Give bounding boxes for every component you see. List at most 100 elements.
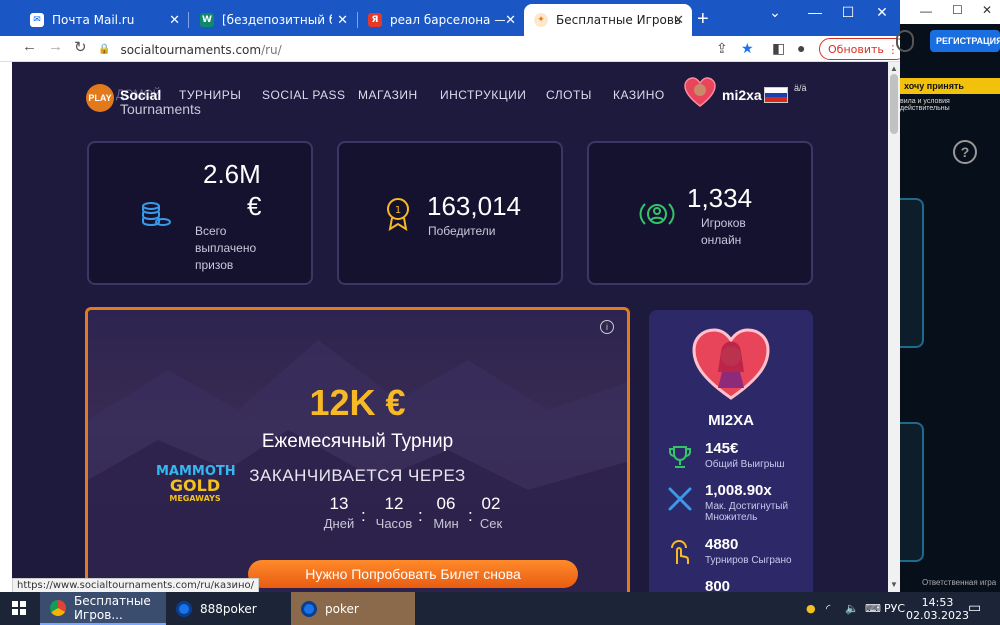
web-page: PLAY ДОМОЙ Social Tournaments ТУРНИРЫ SO… xyxy=(12,62,888,592)
profile-stat-value: 1,008.90x xyxy=(705,482,772,499)
keyboard-icon[interactable]: ⌨ xyxy=(865,602,881,615)
mail-icon: ✉ xyxy=(30,13,44,27)
countdown-unit: Часов xyxy=(375,516,413,531)
menu-social-pass[interactable]: SOCIAL PASS xyxy=(262,88,346,102)
clock-date: 02.03.2023 xyxy=(906,609,969,622)
profile-heart-avatar xyxy=(692,328,770,400)
pragmatic-icon: ✦ xyxy=(534,13,548,27)
side-panel-icon[interactable]: ◧ xyxy=(772,40,785,57)
site-nav: PLAY ДОМОЙ Social Tournaments ТУРНИРЫ SO… xyxy=(12,62,888,128)
close-window-button[interactable]: ✕ xyxy=(982,3,992,17)
minimize-button[interactable]: — xyxy=(800,4,830,20)
browser-tab-bar: ✉ Почта Mail.ru ✕ W [бездепозитный бонус… xyxy=(0,0,900,36)
update-button[interactable]: Обновить ⋮ xyxy=(819,38,908,60)
scroll-down-icon[interactable]: ▼ xyxy=(890,580,898,589)
stat-label: Победители xyxy=(428,223,496,240)
input-language[interactable]: РУС xyxy=(884,602,905,615)
menu-shop[interactable]: МАГАЗИН xyxy=(358,88,418,102)
countdown-unit: Дней xyxy=(323,516,355,531)
profile-stat-value: 4880 xyxy=(705,536,739,553)
taskbar-item-label: Бесплатные Игров... xyxy=(74,593,151,622)
close-tab-icon[interactable]: ✕ xyxy=(169,13,180,28)
try-ticket-button[interactable]: Нужно Попробовать Билет снова xyxy=(248,560,578,588)
taskbar-item-chrome[interactable]: Бесплатные Игров... xyxy=(40,592,166,625)
close-tab-icon[interactable]: ✕ xyxy=(505,13,516,28)
stat-label-line: Игроков xyxy=(701,216,746,230)
menu-instructions[interactable]: ИНСТРУКЦИИ xyxy=(440,88,526,102)
taskbar-item-poker[interactable]: poker xyxy=(291,592,415,625)
tab-title: Бесплатные Игровые Авто xyxy=(556,13,681,27)
countdown-hours: 12 Часов xyxy=(369,494,419,531)
windows-taskbar: Бесплатные Игров... 888poker poker ● ◜ 🔈… xyxy=(0,592,1000,625)
stat-label: Всего выплачено призов xyxy=(195,223,256,274)
browser-toolbar: ← → ↻ 🔒 socialtournaments.com/ru/ ⇪ ★ ◧ … xyxy=(0,36,908,62)
clock-time: 14:53 xyxy=(921,596,954,609)
join-banner[interactable]: хочу принять участие xyxy=(900,78,1000,107)
profile-icon[interactable]: ● xyxy=(797,40,805,56)
register-button[interactable]: РЕГИСТРАЦИЯ xyxy=(930,30,1000,52)
close-tab-icon[interactable]: ✕ xyxy=(673,13,684,28)
stat-label-line: призов xyxy=(195,258,234,272)
page-scrollbar[interactable]: ▲ ▼ xyxy=(888,62,900,592)
prize-amount: 12K € xyxy=(309,382,406,423)
share-icon[interactable]: ⇪ xyxy=(716,40,728,57)
volume-icon[interactable]: 🔈 xyxy=(845,602,859,615)
maximize-button[interactable]: ☐ xyxy=(833,4,863,21)
username[interactable]: mi2xa xyxy=(722,87,762,103)
menu-casino[interactable]: КАЗИНО xyxy=(613,88,665,102)
bookmark-star-icon[interactable]: ★ xyxy=(741,40,754,57)
profile-stat-value: 145€ xyxy=(705,440,739,457)
update-label: Обновить xyxy=(828,42,884,56)
bg-pill-button[interactable] xyxy=(896,30,914,52)
notification-icon[interactable]: ▭ xyxy=(968,600,981,616)
menu-slots[interactable]: СЛОТЫ xyxy=(546,88,592,102)
network-wifi-icon[interactable]: ◜ xyxy=(826,602,830,615)
stat-label-line: онлайн xyxy=(701,233,742,247)
menu-tournaments[interactable]: ТУРНИРЫ xyxy=(179,88,241,102)
tab-active-socialtournaments[interactable]: ✦ Бесплатные Игровые Авто ✕ xyxy=(524,4,692,36)
countdown-value: 06 xyxy=(436,494,456,513)
taskbar-clock[interactable]: 14:53 02.03.2023 xyxy=(906,596,969,622)
countdown-value: 12 xyxy=(384,494,404,513)
taskbar-item-888poker[interactable]: 888poker xyxy=(166,592,290,625)
ends-label: ЗАКАНЧИВАЕТСЯ ЧЕРЕЗ xyxy=(249,466,466,485)
online-user-icon xyxy=(639,203,675,225)
taskbar-item-label: 888poker xyxy=(200,601,257,616)
scroll-up-icon[interactable]: ▲ xyxy=(890,64,898,73)
tray-app-icon[interactable]: ● xyxy=(806,602,816,615)
info-icon[interactable]: i xyxy=(600,320,614,334)
close-tab-icon[interactable]: ✕ xyxy=(337,13,348,28)
back-arrow-icon[interactable]: ← xyxy=(22,38,37,55)
tab-search-icon[interactable]: ⌄ xyxy=(760,4,790,21)
close-window-button[interactable]: ✕ xyxy=(867,4,897,21)
tab-bonus[interactable]: W [бездепозитный бонус] Soc ✕ xyxy=(190,4,356,36)
windows-start-icon[interactable] xyxy=(12,601,26,615)
user-heart-avatar[interactable] xyxy=(684,77,716,109)
forward-arrow-icon[interactable]: → xyxy=(48,38,63,55)
stat-card-online: 1,334 Игроков онлайн xyxy=(587,141,813,285)
tab-mail[interactable]: ✉ Почта Mail.ru ✕ xyxy=(20,4,188,36)
logo-line2: Tournaments xyxy=(120,101,201,117)
profile-stat-label: Общий Выигрыш xyxy=(705,459,785,470)
responsible-gaming-text: Ответственная игра xyxy=(922,578,997,587)
help-question-icon[interactable]: ? xyxy=(953,140,977,164)
tab-title: реал барселона — Яндекс xyxy=(390,13,505,27)
scrollbar-thumb[interactable] xyxy=(890,74,898,134)
russia-flag-icon[interactable] xyxy=(764,87,788,103)
maximize-button[interactable]: ☐ xyxy=(952,3,963,17)
reload-icon[interactable]: ↻ xyxy=(74,38,87,56)
bg-titlebar: — ☐ ✕ xyxy=(900,0,1000,24)
language-switch-icon[interactable]: ä/ä xyxy=(794,84,814,104)
chrome-icon xyxy=(50,599,66,616)
hand-tap-icon xyxy=(671,540,689,564)
coins-icon xyxy=(142,202,171,227)
address-bar[interactable]: 🔒 socialtournaments.com/ru/ xyxy=(98,39,810,60)
tab-yandex[interactable]: Я реал барселона — Яндекс ✕ xyxy=(358,4,524,36)
status-url-tooltip: https://www.socialtournaments.com/ru/каз… xyxy=(12,578,260,593)
taskbar-item-label: poker xyxy=(325,601,359,616)
multiplier-x-icon xyxy=(668,487,692,511)
profile-name: MI2XA xyxy=(708,412,754,429)
countdown-days: 13 Дней xyxy=(314,494,364,531)
minimize-button[interactable]: — xyxy=(920,4,932,18)
new-tab-button[interactable]: + xyxy=(697,8,709,31)
